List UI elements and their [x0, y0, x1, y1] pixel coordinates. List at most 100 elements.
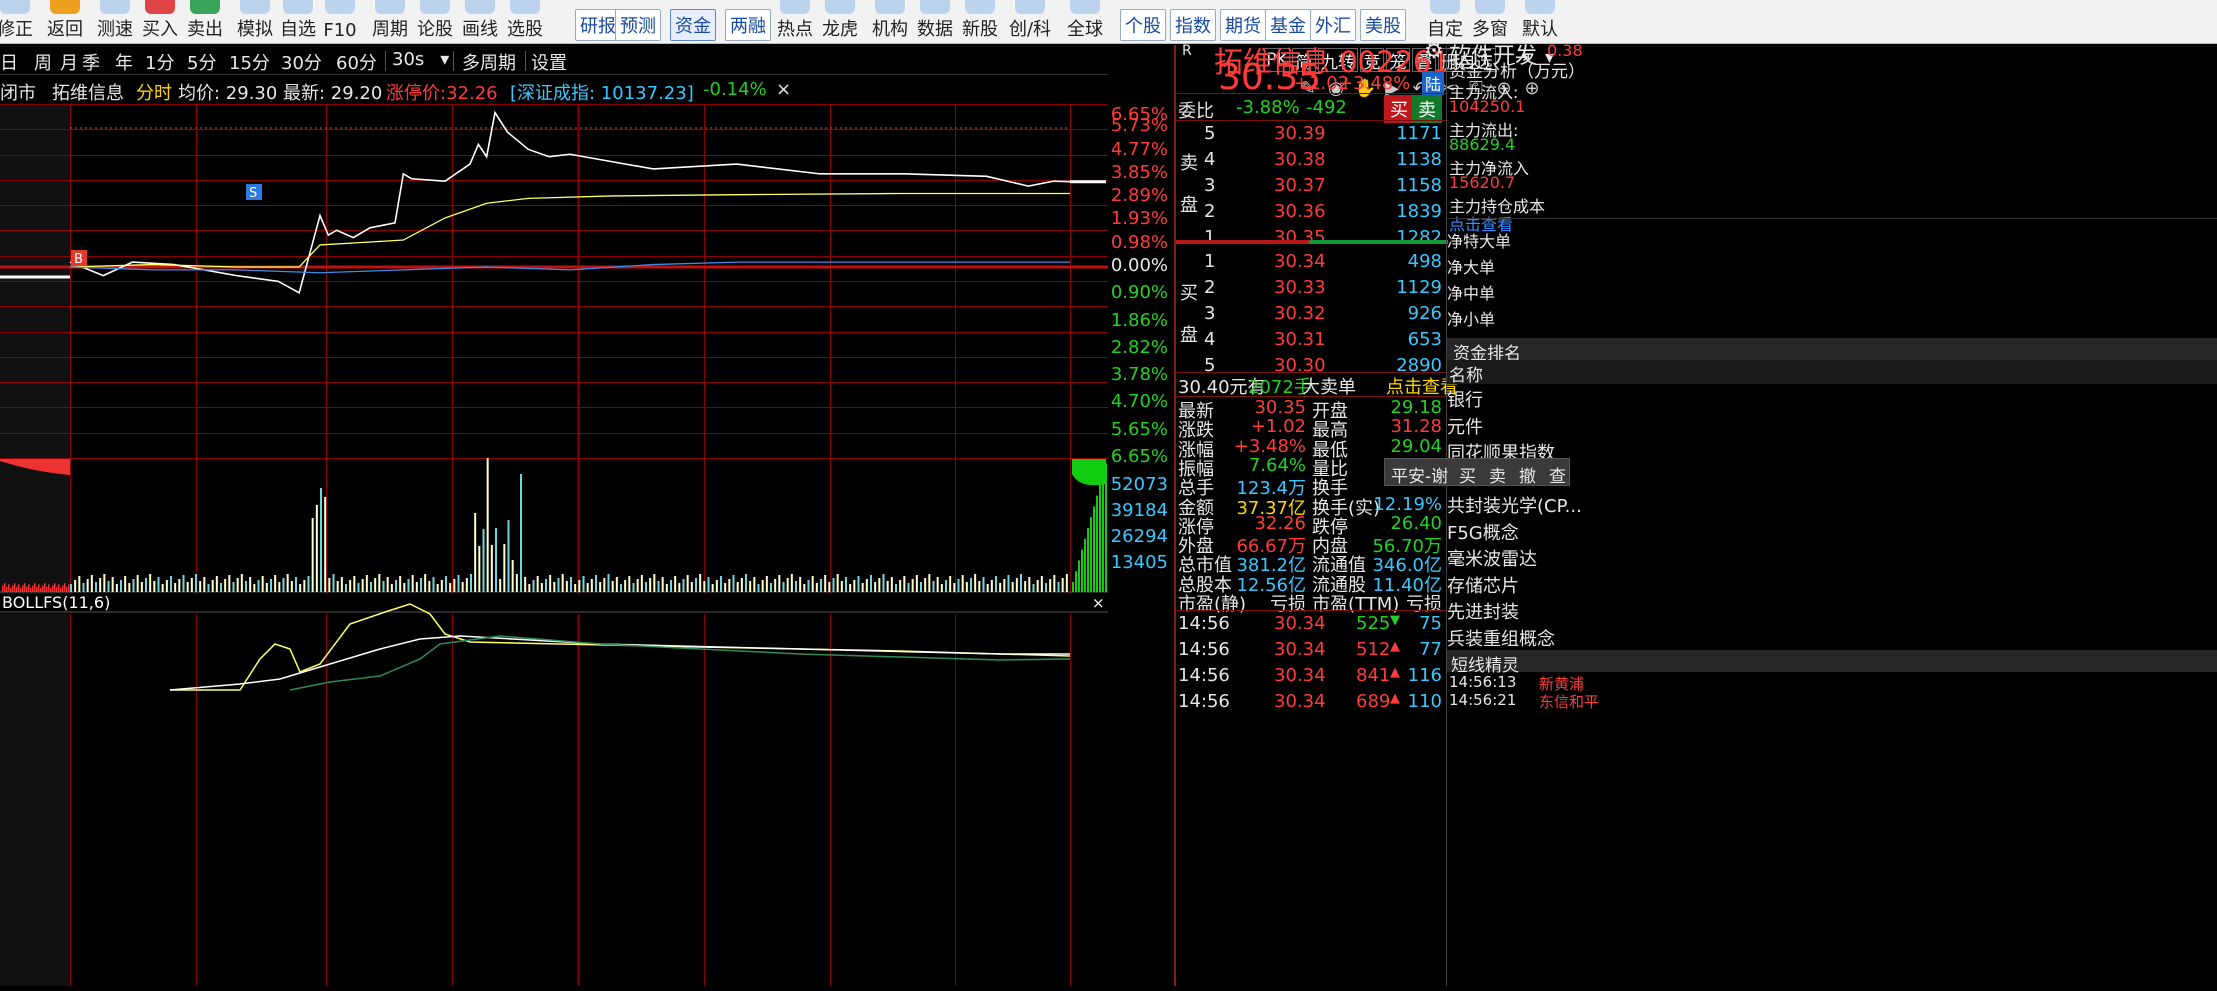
- buy-icon: [145, 0, 175, 14]
- period-month[interactable]: 月: [60, 49, 78, 75]
- period-select[interactable]: 30s ▾: [392, 49, 449, 70]
- tab-14[interactable]: 资金: [670, 9, 716, 41]
- ask-price[interactable]: 30.37: [1274, 175, 1326, 196]
- axis-up-label: 1.93%: [1110, 208, 1168, 230]
- settings-button[interactable]: 设置: [531, 49, 567, 75]
- bid-price[interactable]: 30.31: [1274, 329, 1326, 350]
- toolbar-button-9[interactable]: 论股: [412, 0, 458, 44]
- period-1min[interactable]: 1分: [145, 49, 174, 75]
- period-30min[interactable]: 30分: [281, 49, 322, 75]
- tab-28[interactable]: 美股: [1360, 9, 1406, 41]
- ask-volume: 1158: [1396, 175, 1442, 196]
- tab-26[interactable]: 基金: [1265, 9, 1311, 41]
- quick-query[interactable]: 查: [1549, 462, 1566, 487]
- toolbar-button-2[interactable]: 测速: [92, 0, 138, 44]
- toolbar-button-6[interactable]: 自选: [275, 0, 321, 44]
- multi-period-button[interactable]: 多周期: [462, 49, 516, 75]
- sector-row[interactable]: 存储芯片: [1447, 572, 1519, 598]
- period-60min[interactable]: 60分: [336, 49, 377, 75]
- sell-button[interactable]: 卖: [1412, 95, 1442, 123]
- volume-axis-label: 26294: [1110, 526, 1168, 547]
- toolbar-button-17[interactable]: 龙虎: [817, 0, 863, 44]
- toolbar-button-4[interactable]: 卖出: [182, 0, 228, 44]
- toolbar-label: 自选: [280, 19, 316, 40]
- ask-price[interactable]: 30.38: [1274, 149, 1326, 170]
- quick-buy[interactable]: 买: [1459, 462, 1476, 487]
- sprite-stock[interactable]: 东信和平: [1539, 691, 1599, 712]
- tab-25[interactable]: 期货: [1220, 9, 1266, 41]
- toolbar-button-11[interactable]: 选股: [502, 0, 548, 44]
- volume-axis-label: 39184: [1110, 500, 1168, 521]
- discuss-icon: [420, 0, 450, 14]
- toolbar-button-7[interactable]: F10: [317, 0, 363, 44]
- tab-13[interactable]: 预测: [615, 9, 661, 41]
- intraday-chart[interactable]: B S BOLLFS(11,6) × 6.65% 5.73% 4.77% 3.85% 2.89…: [0, 94, 1168, 986]
- toolbar-button-8[interactable]: 周期: [367, 0, 413, 44]
- toolbar-label: 论股: [417, 19, 453, 40]
- toolbar-button-19[interactable]: 数据: [912, 0, 958, 44]
- stock-name: 拓维信息: [52, 83, 124, 104]
- toolbar-button-1[interactable]: 返回: [42, 0, 88, 44]
- bid-price[interactable]: 30.33: [1274, 277, 1326, 298]
- toolbar-label: 机构: [872, 19, 908, 40]
- flow-value: 104250.1: [1449, 97, 1526, 116]
- toolbar-button-18[interactable]: 机构: [867, 0, 913, 44]
- sector-row[interactable]: 共封装光学(CP...: [1447, 492, 1582, 518]
- sector-row[interactable]: 毫米波雷达: [1447, 545, 1537, 571]
- ask-level: 3: [1204, 175, 1216, 196]
- stat-value-2: 12.19%: [1373, 493, 1442, 515]
- arrow-up-icon: ▲: [1390, 665, 1400, 680]
- sector-row[interactable]: 兵装重组概念: [1447, 625, 1555, 651]
- axis-down-label: 0.90%: [1110, 282, 1168, 304]
- toolbar-label: 模拟: [237, 19, 273, 40]
- ask-price[interactable]: 30.36: [1274, 201, 1326, 222]
- ask-price[interactable]: 30.39: [1274, 123, 1326, 144]
- toolbar-button-21[interactable]: 创/科: [1007, 0, 1053, 44]
- rank-header: [1447, 338, 2217, 360]
- toolbar-button-22[interactable]: 全球: [1062, 0, 1108, 44]
- tick-volume: 512: [1356, 639, 1391, 660]
- tick-volume: 525: [1356, 613, 1391, 634]
- toolbar-button-0[interactable]: 修正: [0, 0, 38, 44]
- tick-time: 14:56: [1178, 613, 1230, 634]
- bid-price[interactable]: 30.34: [1274, 251, 1326, 272]
- toolbar-label: 数据: [917, 19, 953, 40]
- tab-23[interactable]: 个股: [1120, 9, 1166, 41]
- indicator-label[interactable]: BOLLFS(11,6): [2, 593, 110, 612]
- toolbar-button-5[interactable]: 模拟: [232, 0, 278, 44]
- close-overlay-icon[interactable]: ×: [776, 79, 791, 100]
- period-year[interactable]: 年: [115, 49, 133, 75]
- sector-row[interactable]: 元件: [1447, 413, 1483, 439]
- account-name[interactable]: 平安-谢: [1391, 462, 1448, 487]
- tab-27[interactable]: 外汇: [1310, 9, 1356, 41]
- sell-marker[interactable]: S: [246, 184, 262, 201]
- toolbar-button-16[interactable]: 热点: [772, 0, 818, 44]
- sector-row[interactable]: F5G概念: [1447, 519, 1519, 545]
- sector-row[interactable]: 先进封装: [1447, 598, 1519, 624]
- tab-15[interactable]: 两融: [725, 9, 771, 41]
- tick-price: 30.34: [1274, 691, 1326, 712]
- toolbar-button-10[interactable]: 画线: [457, 0, 503, 44]
- period-quarter[interactable]: 季: [82, 49, 100, 75]
- indicator-close-icon[interactable]: ×: [1092, 594, 1105, 612]
- bid-price[interactable]: 30.32: [1274, 303, 1326, 324]
- quick-cancel[interactable]: 撤: [1519, 462, 1536, 487]
- period-5min[interactable]: 5分: [187, 49, 216, 75]
- quick-sell[interactable]: 卖: [1489, 462, 1506, 487]
- toolbar-button-3[interactable]: 买入: [137, 0, 183, 44]
- sell-side-label-2: 盘: [1180, 195, 1198, 216]
- period-15min[interactable]: 15分: [229, 49, 270, 75]
- sector-row[interactable]: 银行: [1447, 386, 1483, 412]
- tab-24[interactable]: 指数: [1170, 9, 1216, 41]
- period-week[interactable]: 周: [34, 49, 52, 75]
- toolbar-button-20[interactable]: 新股: [957, 0, 1003, 44]
- buy-side-label-2: 盘: [1180, 325, 1198, 346]
- toolbar-label: 卖出: [187, 19, 223, 40]
- period-day[interactable]: 日: [0, 49, 18, 75]
- gear-icon[interactable]: ⚙: [1424, 39, 1444, 64]
- bid-level: 1: [1204, 251, 1216, 272]
- volume-axis-label: 13405: [1110, 552, 1168, 573]
- buy-button[interactable]: 买: [1384, 95, 1414, 123]
- ask-price[interactable]: 30.35: [1274, 227, 1326, 248]
- buy-marker[interactable]: B: [71, 250, 87, 267]
